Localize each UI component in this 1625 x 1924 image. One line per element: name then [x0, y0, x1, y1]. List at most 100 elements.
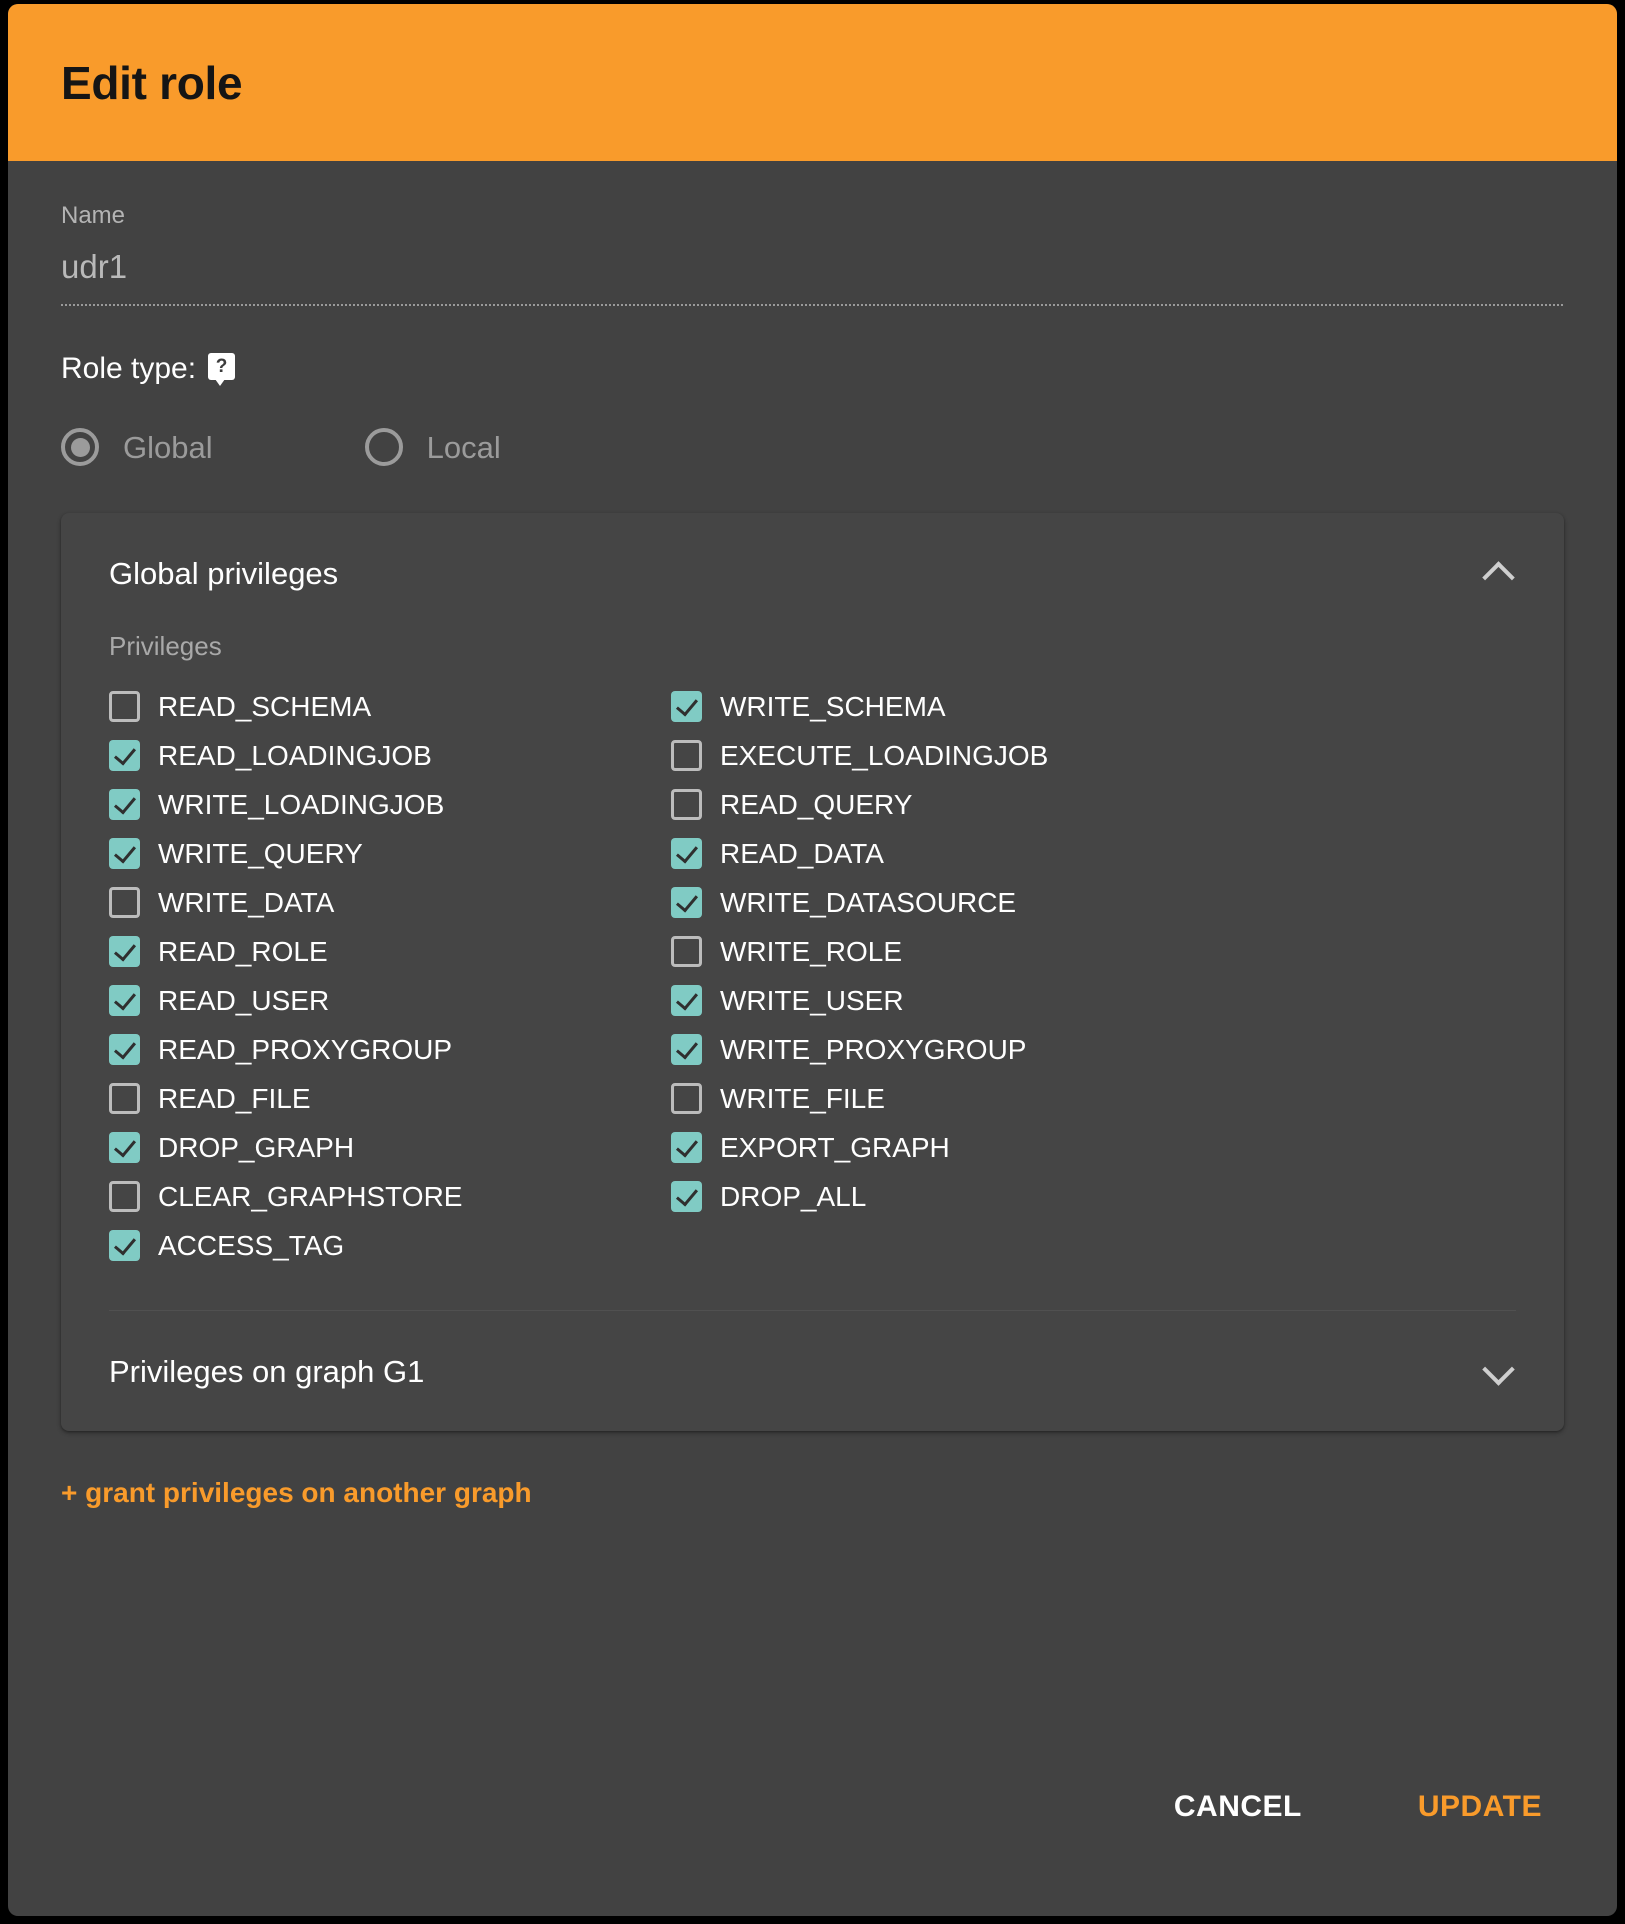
privilege-label: READ_LOADINGJOB: [158, 739, 432, 771]
privilege-checkbox-item[interactable]: WRITE_SCHEMA: [671, 682, 1516, 731]
update-button[interactable]: UPDATE: [1396, 1776, 1564, 1838]
privilege-checkbox-item[interactable]: READ_DATA: [671, 829, 1516, 878]
checkbox-unchecked-icon[interactable]: [109, 887, 140, 918]
checkbox-unchecked-icon[interactable]: [671, 740, 702, 771]
checkbox-unchecked-icon[interactable]: [109, 1181, 140, 1212]
privilege-checkbox-item[interactable]: WRITE_DATASOURCE: [671, 878, 1516, 927]
checkbox-checked-icon[interactable]: [109, 936, 140, 967]
privilege-checkbox-item[interactable]: DROP_ALL: [671, 1172, 1516, 1221]
radio-local-icon: [364, 428, 403, 466]
privilege-checkbox-item[interactable]: READ_ROLE: [109, 927, 671, 976]
privilege-label: DROP_GRAPH: [158, 1131, 355, 1163]
checkbox-unchecked-icon[interactable]: [671, 1083, 702, 1114]
privileges-card: Global privileges Privileges READ_SCHEMA…: [61, 513, 1564, 1431]
name-input[interactable]: udr1: [61, 250, 1564, 304]
privilege-checkbox-item[interactable]: WRITE_DATA: [109, 878, 671, 927]
checkbox-unchecked-icon[interactable]: [109, 691, 140, 722]
privilege-label: READ_FILE: [158, 1082, 311, 1114]
help-icon-glyph: ?: [215, 355, 228, 377]
privilege-label: READ_ROLE: [158, 935, 328, 967]
edit-role-dialog: Edit role Name udr1 Role type: ? Global …: [8, 4, 1617, 1916]
checkbox-checked-icon[interactable]: [109, 1230, 140, 1261]
privilege-checkbox-item[interactable]: WRITE_QUERY: [109, 829, 671, 878]
privilege-label: EXECUTE_LOADINGJOB: [720, 739, 1049, 771]
radio-global-icon: [61, 428, 99, 466]
privilege-checkbox-item[interactable]: WRITE_FILE: [671, 1074, 1516, 1123]
privilege-label: WRITE_SCHEMA: [720, 690, 946, 722]
privilege-label: WRITE_ROLE: [720, 935, 903, 967]
radio-global-label: Global: [123, 429, 213, 465]
graph-privileges-panel-header[interactable]: Privileges on graph G1: [61, 1311, 1564, 1431]
checkbox-checked-icon[interactable]: [109, 1034, 140, 1065]
privilege-label: EXPORT_GRAPH: [720, 1131, 950, 1163]
privilege-checkbox-item[interactable]: READ_QUERY: [671, 780, 1516, 829]
dialog-actions: CANCEL UPDATE: [1152, 1776, 1564, 1838]
privilege-checkbox-item[interactable]: READ_FILE: [109, 1074, 671, 1123]
privilege-label: WRITE_USER: [720, 984, 904, 1016]
privilege-checkbox-item[interactable]: CLEAR_GRAPHSTORE: [109, 1172, 671, 1221]
dialog-title: Edit role: [61, 56, 243, 109]
privilege-checkbox-item[interactable]: READ_LOADINGJOB: [109, 731, 671, 780]
role-type-radio-group: Global Local: [61, 428, 1564, 466]
help-icon[interactable]: ?: [208, 352, 236, 386]
name-field-block: Name udr1: [61, 161, 1564, 306]
checkbox-checked-icon[interactable]: [671, 838, 702, 869]
privilege-checkbox-item[interactable]: ACCESS_TAG: [109, 1221, 671, 1270]
privilege-label: WRITE_LOADINGJOB: [158, 788, 445, 820]
checkbox-checked-icon[interactable]: [671, 691, 702, 722]
name-field-label: Name: [61, 202, 126, 229]
privilege-checkbox-item[interactable]: READ_SCHEMA: [109, 682, 671, 731]
global-privileges-title: Global privileges: [109, 555, 339, 591]
privilege-checkbox-item[interactable]: DROP_GRAPH: [109, 1123, 671, 1172]
checkbox-checked-icon[interactable]: [109, 838, 140, 869]
radio-option-global[interactable]: Global: [61, 428, 213, 466]
privilege-label: READ_USER: [158, 984, 330, 1016]
checkbox-checked-icon[interactable]: [109, 789, 140, 820]
radio-global-dot: [70, 437, 90, 457]
checkbox-unchecked-icon[interactable]: [671, 936, 702, 967]
grant-privileges-link[interactable]: + grant privileges on another graph: [61, 1479, 532, 1507]
privilege-label: WRITE_DATA: [158, 886, 335, 918]
checkbox-unchecked-icon[interactable]: [671, 789, 702, 820]
privileges-sublabel: Privileges: [109, 631, 222, 661]
checkbox-checked-icon[interactable]: [109, 985, 140, 1016]
privileges-grid: READ_SCHEMA WRITE_SCHEMA READ_LOADINGJOB EX…: [109, 682, 1516, 1270]
radio-option-local[interactable]: Local: [364, 428, 501, 466]
cancel-button[interactable]: CANCEL: [1152, 1776, 1324, 1838]
checkbox-checked-icon[interactable]: [671, 1181, 702, 1212]
privilege-label: READ_PROXYGROUP: [158, 1033, 453, 1065]
checkbox-checked-icon[interactable]: [109, 1132, 140, 1163]
privilege-label: WRITE_QUERY: [158, 837, 363, 869]
chevron-up-icon[interactable]: [1482, 556, 1516, 590]
privilege-checkbox-item[interactable]: WRITE_USER: [671, 976, 1516, 1025]
role-type-label: Role type:: [61, 352, 197, 385]
global-privileges-panel-content: Privileges READ_SCHEMA WRITE_SCHEMA READ_L…: [61, 633, 1564, 1310]
privilege-checkbox-item[interactable]: WRITE_LOADINGJOB: [109, 780, 671, 829]
chevron-down-icon[interactable]: [1482, 1354, 1516, 1388]
checkbox-checked-icon[interactable]: [109, 740, 140, 771]
privilege-checkbox-item[interactable]: EXECUTE_LOADINGJOB: [671, 731, 1516, 780]
checkbox-unchecked-icon[interactable]: [109, 1083, 140, 1114]
privilege-label: ACCESS_TAG: [158, 1229, 345, 1261]
privilege-label: READ_DATA: [720, 837, 884, 869]
privilege-checkbox-item[interactable]: READ_PROXYGROUP: [109, 1025, 671, 1074]
privilege-label: READ_QUERY: [720, 788, 913, 820]
privilege-label: WRITE_PROXYGROUP: [720, 1033, 1027, 1065]
privilege-label: READ_SCHEMA: [158, 690, 372, 722]
global-privileges-panel-header[interactable]: Global privileges: [61, 513, 1564, 633]
role-type-row: Role type: ?: [61, 352, 1564, 386]
checkbox-checked-icon[interactable]: [671, 985, 702, 1016]
dialog-body: Name udr1 Role type: ? Global Local Glob…: [8, 161, 1617, 1916]
dialog-header: Edit role: [8, 4, 1617, 161]
graph-privileges-title: Privileges on graph G1: [109, 1353, 425, 1389]
checkbox-checked-icon[interactable]: [671, 1132, 702, 1163]
privilege-checkbox-item[interactable]: WRITE_PROXYGROUP: [671, 1025, 1516, 1074]
radio-local-dot: [374, 438, 393, 457]
privilege-checkbox-item[interactable]: WRITE_ROLE: [671, 927, 1516, 976]
checkbox-checked-icon[interactable]: [671, 1034, 702, 1065]
privilege-checkbox-item[interactable]: READ_USER: [109, 976, 671, 1025]
privilege-checkbox-item[interactable]: EXPORT_GRAPH: [671, 1123, 1516, 1172]
privilege-label: WRITE_FILE: [720, 1082, 885, 1114]
privilege-label: DROP_ALL: [720, 1180, 867, 1212]
checkbox-checked-icon[interactable]: [671, 887, 702, 918]
